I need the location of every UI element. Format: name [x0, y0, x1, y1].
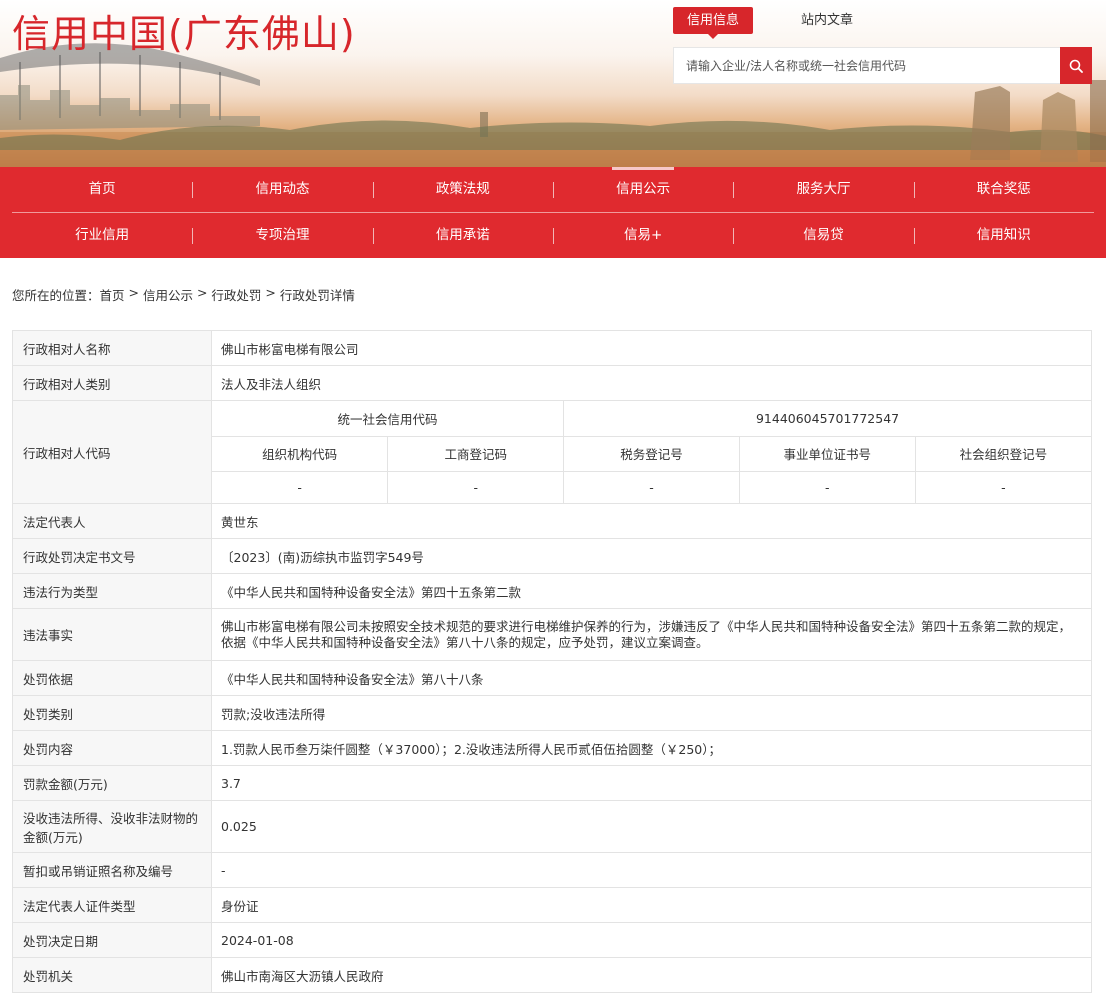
table-row: 没收违法所得、没收非法财物的金额(万元) 0.025: [12, 800, 1092, 853]
nav-item-credit-knowledge[interactable]: 信用知识: [913, 213, 1094, 258]
nav-item-credit-news[interactable]: 信用动态: [192, 167, 372, 212]
code-value: -: [387, 470, 565, 503]
code-header: 工商登记码: [387, 435, 565, 472]
table-row: 行政处罚决定书文号 〔2023〕(南)沥综执市监罚字549号: [12, 538, 1092, 574]
code-header: 税务登记号: [563, 435, 740, 472]
table-row: 违法事实 佛山市彬富电梯有限公司未按照安全技术规范的要求进行电梯维护保养的行为，…: [12, 608, 1092, 661]
table-row: 法定代表人 黄世东: [12, 503, 1092, 539]
row-label: 行政处罚决定书文号: [12, 538, 212, 574]
row-value: 罚款;没收违法所得: [211, 695, 1092, 731]
breadcrumb-current: 行政处罚详情: [279, 288, 355, 303]
breadcrumb-separator: >: [192, 285, 212, 300]
nav-item-service-hall[interactable]: 服务大厅: [733, 167, 913, 212]
breadcrumb: 您所在的位置： 首页 > 信用公示 > 行政处罚 > 行政处罚详情: [12, 285, 355, 304]
code-value: -: [563, 470, 740, 503]
table-row: 处罚决定日期 2024-01-08: [12, 922, 1092, 958]
nav-item-xinyi-plus[interactable]: 信易+: [552, 213, 733, 258]
breadcrumb-separator: >: [124, 285, 143, 300]
row-value: 0.025: [211, 800, 1092, 853]
row-value: 2024-01-08: [211, 922, 1092, 958]
nav-row-1: 首页 信用动态 政策法规 信用公示 服务大厅 联合奖惩: [0, 167, 1106, 212]
nav-item-policy[interactable]: 政策法规: [372, 167, 553, 212]
main-nav: 首页 信用动态 政策法规 信用公示 服务大厅 联合奖惩 行业信用 专项治理 信用…: [0, 167, 1106, 258]
table-row: 处罚内容 1.罚款人民币叁万柒仟圆整（￥37000）；2.没收违法所得人民币贰佰…: [12, 730, 1092, 766]
row-label: 处罚机关: [12, 957, 212, 993]
table-row: 处罚依据 《中华人民共和国特种设备安全法》第八十八条: [12, 660, 1092, 696]
row-label: 没收违法所得、没收非法财物的金额(万元): [12, 800, 212, 853]
breadcrumb-separator: >: [261, 285, 280, 300]
breadcrumb-prefix: 您所在的位置：: [12, 288, 100, 303]
search-icon: [1069, 59, 1083, 73]
nav-item-special-governance[interactable]: 专项治理: [192, 213, 372, 258]
nav-item-credit-publicity[interactable]: 信用公示: [552, 167, 733, 212]
row-value: 黄世东: [211, 503, 1092, 539]
row-value: 佛山市彬富电梯有限公司: [211, 330, 1092, 366]
code-cell: 统一社会信用代码 914406045701772547 组织机构代码 工商登记码…: [211, 400, 1092, 504]
nav-item-xinyi-loan[interactable]: 信易贷: [733, 213, 913, 258]
table-row: 法定代表人证件类型 身份证: [12, 887, 1092, 923]
row-value: 身份证: [211, 887, 1092, 923]
row-label: 行政相对人名称: [12, 330, 212, 366]
row-label: 行政相对人代码: [12, 400, 212, 504]
confiscation-label-text: 没收违法所得、没收非法财物的金额(万元): [23, 810, 199, 845]
table-row: 罚款金额(万元) 3.7: [12, 765, 1092, 801]
nav-item-industry-credit[interactable]: 行业信用: [12, 213, 192, 258]
header-banner: 信用中国(广东佛山) 信用信息 站内文章: [0, 0, 1106, 167]
row-value: 佛山市南海区大沥镇人民政府: [211, 957, 1092, 993]
row-label: 法定代表人证件类型: [12, 887, 212, 923]
code-header: 组织机构代码: [212, 435, 389, 472]
site-title: 信用中国(广东佛山): [12, 12, 356, 56]
top-tabs: 信用信息 站内文章: [673, 6, 867, 39]
code-value: -: [212, 470, 389, 503]
search-box: [673, 47, 1092, 84]
table-row: 行政相对人名称 佛山市彬富电梯有限公司: [12, 330, 1092, 366]
code-subtable: 统一社会信用代码 914406045701772547 组织机构代码 工商登记码…: [212, 401, 1091, 503]
code-value: -: [738, 470, 916, 503]
row-value: 《中华人民共和国特种设备安全法》第八十八条: [211, 660, 1092, 696]
row-label: 行政相对人类别: [12, 365, 212, 401]
penalty-detail-table: 行政相对人名称 佛山市彬富电梯有限公司 行政相对人类别 法人及非法人组织 行政相…: [12, 330, 1092, 993]
uscc-value: 914406045701772547: [563, 401, 1091, 437]
tab-site-articles[interactable]: 站内文章: [787, 7, 867, 34]
code-header: 社会组织登记号: [914, 435, 1091, 472]
row-label: 处罚依据: [12, 660, 212, 696]
uscc-label: 统一社会信用代码: [212, 401, 565, 437]
table-row-codes: 行政相对人代码 统一社会信用代码 914406045701772547 组织机构…: [12, 400, 1092, 504]
search-button[interactable]: [1060, 47, 1092, 84]
row-value: 〔2023〕(南)沥综执市监罚字549号: [211, 538, 1092, 574]
nav-item-home[interactable]: 首页: [12, 167, 192, 212]
row-label: 处罚内容: [12, 730, 212, 766]
table-row: 处罚类别 罚款;没收违法所得: [12, 695, 1092, 731]
row-value: 3.7: [211, 765, 1092, 801]
code-header: 事业单位证书号: [738, 435, 916, 472]
row-value: -: [211, 852, 1092, 888]
row-label: 处罚决定日期: [12, 922, 212, 958]
breadcrumb-credit-publicity[interactable]: 信用公示: [143, 285, 193, 304]
violation-facts-text: 佛山市彬富电梯有限公司未按照安全技术规范的要求进行电梯维护保养的行为，涉嫌违反了…: [221, 618, 1072, 650]
code-value: -: [914, 470, 1091, 503]
row-label: 罚款金额(万元): [12, 765, 212, 801]
search-input[interactable]: [674, 48, 1060, 83]
row-value: 1.罚款人民币叁万柒仟圆整（￥37000）；2.没收违法所得人民币贰佰伍拾圆整（…: [211, 730, 1092, 766]
row-label: 违法事实: [12, 608, 212, 661]
row-label: 法定代表人: [12, 503, 212, 539]
row-value: 佛山市彬富电梯有限公司未按照安全技术规范的要求进行电梯维护保养的行为，涉嫌违反了…: [211, 608, 1092, 661]
tab-credit-info[interactable]: 信用信息: [673, 6, 754, 39]
breadcrumb-home[interactable]: 首页: [100, 285, 125, 304]
table-row: 违法行为类型 《中华人民共和国特种设备安全法》第四十五条第二款: [12, 573, 1092, 609]
row-label: 暂扣或吊销证照名称及编号: [12, 852, 212, 888]
table-row: 处罚机关 佛山市南海区大沥镇人民政府: [12, 957, 1092, 993]
row-label: 违法行为类型: [12, 573, 212, 609]
row-value: 法人及非法人组织: [211, 365, 1092, 401]
breadcrumb-administrative-penalty[interactable]: 行政处罚: [211, 285, 261, 304]
row-value: 《中华人民共和国特种设备安全法》第四十五条第二款: [211, 573, 1092, 609]
table-row: 暂扣或吊销证照名称及编号 -: [12, 852, 1092, 888]
nav-item-credit-commitment[interactable]: 信用承诺: [372, 213, 553, 258]
nav-item-joint-rewards[interactable]: 联合奖惩: [913, 167, 1094, 212]
row-label: 处罚类别: [12, 695, 212, 731]
table-row: 行政相对人类别 法人及非法人组织: [12, 365, 1092, 401]
nav-row-2: 行业信用 专项治理 信用承诺 信易+ 信易贷 信用知识: [0, 213, 1106, 258]
